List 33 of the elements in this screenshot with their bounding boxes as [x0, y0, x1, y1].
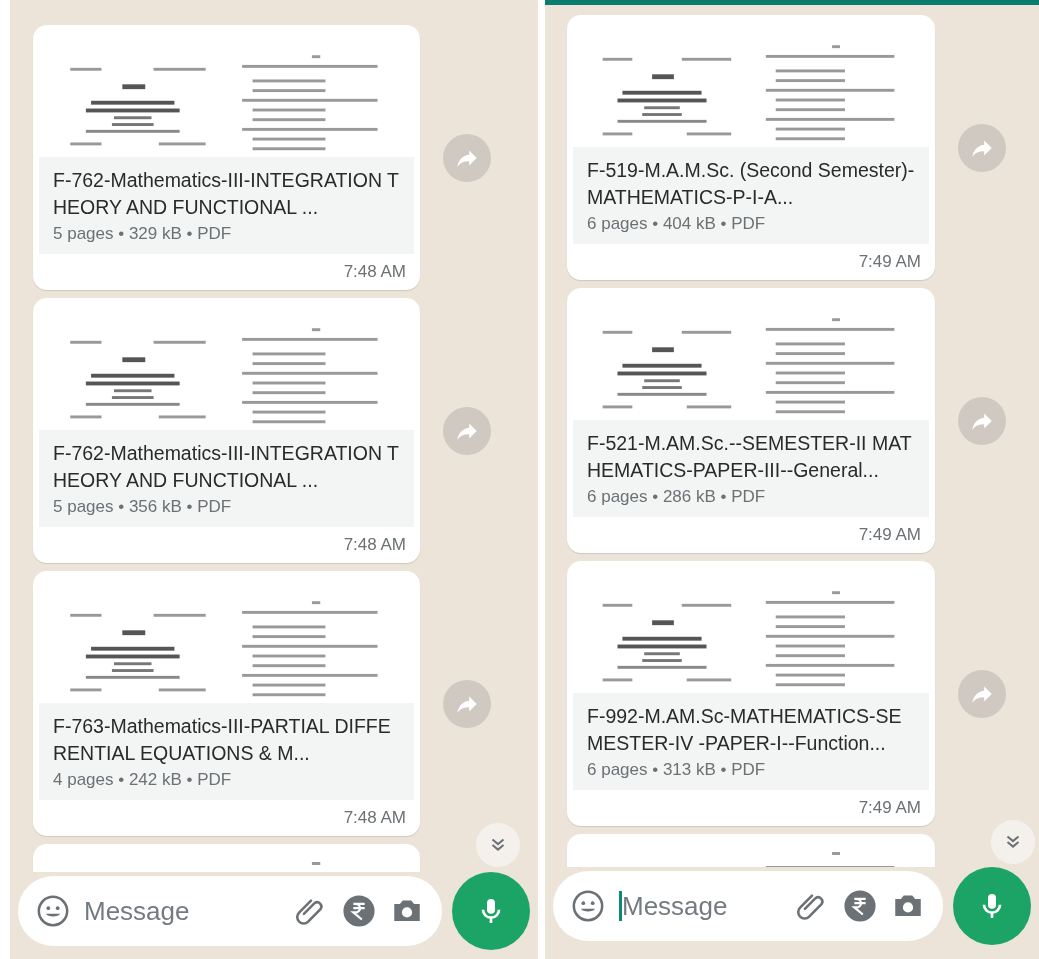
emoji-icon[interactable]	[571, 889, 605, 923]
message-time: 7:48 AM	[342, 261, 407, 283]
document-title: F-521-M.AM.Sc.--SEMESTER-II MATHEMATICS-PAPER-III--General...	[587, 431, 913, 483]
document-message-bubble[interactable]: F-519-M.A.M.Sc. (Second Semester)-MATHEMATICS-P-I-A... 6 pages • 404 kB • PDF 7:49 AM	[567, 15, 935, 280]
rupee-icon[interactable]	[342, 894, 376, 928]
document-message-bubble[interactable]: F-992-M.AM.Sc-MATHEMATICS-SEMESTER-IV -PAPER-I--Function... 6 pages • 313 kB • PDF 7:49 AM	[567, 561, 935, 826]
message-time: 7:48 AM	[342, 534, 407, 556]
document-message-bubble[interactable]: F-763-Mathematics-III-PARTIAL DIFFERENTIAL EQUATIONS & M... 4 pages • 242 kB • PDF 7:48 AM	[33, 571, 420, 836]
document-title: F-762-Mathematics-III-INTEGRATION THEORY AND FUNCTIONAL ...	[53, 168, 400, 220]
document-details: 5 pages • 329 kB • PDF	[53, 224, 233, 244]
message-time: 7:49 AM	[857, 524, 922, 546]
document-details: 4 pages • 242 kB • PDF	[53, 770, 233, 790]
message-time: 7:49 AM	[857, 251, 922, 273]
message-time: 7:48 AM	[342, 807, 407, 829]
document-message-bubble[interactable]: F-521-M.AM.Sc.--SEMESTER-II MATHEMATICS-PAPER-III--General... 6 pages • 286 kB • PDF 7:49 AM	[567, 288, 935, 553]
document-title: F-762-Mathematics-III-INTEGRATION THEORY AND FUNCTIONAL ...	[53, 441, 400, 493]
document-details: 6 pages • 404 kB • PDF	[587, 214, 767, 234]
document-title: F-992-M.AM.Sc-MATHEMATICS-SEMESTER-IV -PAPER-I--Function...	[587, 704, 903, 756]
scroll-down-button[interactable]	[476, 823, 520, 867]
document-title: F-763-Mathematics-III-PARTIAL DIFFERENTIAL EQUATIONS & M...	[53, 714, 392, 766]
rupee-icon[interactable]	[843, 889, 877, 923]
document-message-bubble[interactable]: F-762-Mathematics-III-INTEGRATION THEORY AND FUNCTIONAL ... 5 pages • 356 kB • PDF 7:48 AM	[33, 298, 420, 563]
document-title: F-519-M.A.M.Sc. (Second Semester)-MATHEMATICS-P-I-A...	[587, 158, 915, 210]
document-details: 5 pages • 356 kB • PDF	[53, 497, 233, 517]
message-time: 7:49 AM	[857, 797, 922, 819]
document-thumbnail	[311, 862, 321, 865]
emoji-icon[interactable]	[36, 894, 70, 928]
scroll-down-button[interactable]	[991, 820, 1035, 864]
document-message-bubble[interactable]: F-762-Mathematics-III-INTEGRATION THEORY AND FUNCTIONAL ... 5 pages • 329 kB • PDF 7:48 AM	[33, 25, 420, 290]
document-details: 6 pages • 313 kB • PDF	[587, 760, 767, 780]
message-input[interactable]: Message	[622, 890, 781, 922]
document-details: 6 pages • 286 kB • PDF	[587, 487, 767, 507]
message-input[interactable]: Message	[84, 895, 280, 927]
